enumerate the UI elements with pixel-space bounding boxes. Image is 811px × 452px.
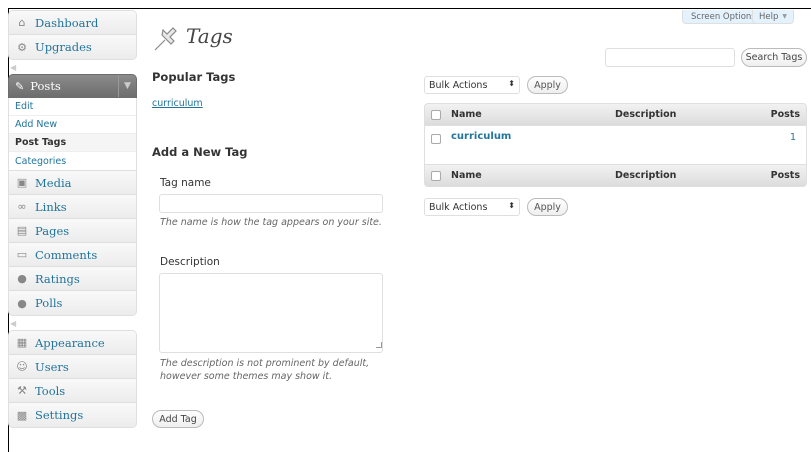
apply-button-bottom[interactable]: Apply — [527, 198, 568, 216]
tag-name-input[interactable] — [159, 194, 383, 213]
description-help-line: however some themes may show it. — [160, 371, 333, 382]
table-row: curriculum 1 — [424, 126, 807, 164]
sidebar-group-content: ▣ Media ∞ Links ▤ Pages ▭ Comments ● Rat… — [8, 171, 137, 316]
sidebar-separator: ◀ — [10, 319, 17, 328]
bulk-actions-select-top[interactable]: Bulk Actions ⬍ — [424, 76, 520, 94]
page-title: Tags — [186, 24, 233, 48]
comment-icon: ▭ — [16, 248, 28, 261]
resize-handle-icon[interactable] — [376, 342, 382, 348]
add-tag-heading: Add a New Tag — [152, 145, 248, 159]
sidebar-separator: ◀ — [10, 63, 17, 72]
description-help: The description is not prominent by defa… — [160, 357, 369, 383]
sidebar-item-label: Ratings — [35, 271, 80, 286]
tag-name-link[interactable]: curriculum — [451, 131, 511, 142]
tag-name-label: Tag name — [160, 177, 211, 189]
sidebar-group-settings: ▦ Appearance ☺ Users ⚒ Tools ▩ Settings — [8, 330, 137, 428]
help-button[interactable]: Help ▼ — [752, 10, 795, 24]
post-count-link[interactable]: 1 — [790, 132, 796, 143]
sidebar-item-comments[interactable]: ▭ Comments — [9, 243, 136, 267]
sidebar-item-label: Users — [35, 359, 69, 374]
submenu-item-label: Add New — [15, 119, 58, 130]
sidebar-item-appearance[interactable]: ▦ Appearance — [9, 331, 136, 355]
submenu-item-label: Post Tags — [15, 137, 67, 148]
sidebar-item-label: Pages — [35, 223, 70, 238]
select-all-checkbox[interactable] — [431, 171, 441, 181]
select-arrows-icon: ⬍ — [508, 79, 515, 88]
add-tag-button[interactable]: Add Tag — [152, 410, 204, 428]
search-tags-button[interactable]: Search Tags — [741, 48, 807, 67]
sidebar-item-label: Comments — [35, 247, 98, 262]
appearance-icon: ▦ — [16, 336, 28, 349]
select-all-checkbox[interactable] — [431, 110, 441, 120]
sidebar-item-label: Settings — [35, 408, 84, 422]
circle-icon: ● — [17, 272, 27, 285]
select-arrows-icon: ⬍ — [508, 201, 515, 210]
sidebar-item-label: Polls — [35, 296, 63, 310]
table-footer: Name Description Posts — [424, 164, 807, 187]
sidebar-item-tools[interactable]: ⚒ Tools — [9, 379, 136, 403]
popular-tag-link[interactable]: curriculum — [152, 98, 203, 109]
submenu-item-add-new[interactable]: Add New — [9, 116, 136, 134]
triangle-down-icon: ▼ — [782, 13, 788, 20]
sidebar-item-posts[interactable]: ✎ Posts ▼ — [8, 74, 137, 98]
help-label: Help — [759, 11, 779, 22]
collapse-toggle-icon[interactable]: ▼ — [118, 75, 136, 97]
pushpin-icon — [154, 27, 177, 51]
link-icon: ∞ — [17, 200, 27, 213]
sidebar-item-label: Posts — [30, 79, 61, 93]
sidebar-item-label: Dashboard — [35, 15, 99, 30]
description-textarea[interactable] — [159, 273, 383, 353]
admin-sidebar: ⌂ Dashboard ⚙ Upgrades ◀ ✎ Posts ▼ Edit … — [8, 10, 137, 428]
tools-icon: ⚒ — [17, 384, 27, 397]
upgrades-icon: ⚙ — [17, 40, 27, 54]
tags-table: Name Description Posts curriculum 1 Name… — [424, 103, 807, 187]
sidebar-item-links[interactable]: ∞ Links — [9, 195, 136, 219]
sidebar-item-pages[interactable]: ▤ Pages — [9, 219, 136, 243]
circle-icon: ● — [17, 296, 27, 310]
apply-button-top[interactable]: Apply — [527, 76, 568, 94]
bulk-actions-select-bottom[interactable]: Bulk Actions ⬍ — [424, 198, 520, 216]
column-header-name[interactable]: Name — [451, 109, 482, 120]
popular-tags-heading: Popular Tags — [152, 70, 236, 84]
pages-icon: ▤ — [16, 224, 28, 237]
pushpin-icon: ✎ — [15, 79, 25, 93]
sidebar-item-dashboard[interactable]: ⌂ Dashboard — [9, 11, 136, 35]
posts-submenu: Edit Add New Post Tags Categories — [8, 98, 137, 171]
sidebar-item-label: Media — [35, 175, 72, 190]
screen-options-label: Screen Options — [691, 11, 756, 22]
tag-name-help: The name is how the tag appears on your … — [160, 217, 382, 228]
search-input[interactable] — [605, 48, 735, 67]
sidebar-item-label: Tools — [35, 383, 66, 398]
sidebar-item-ratings[interactable]: ● Ratings — [9, 267, 136, 291]
submenu-item-label: Edit — [15, 101, 34, 112]
sidebar-item-label: Upgrades — [35, 40, 92, 54]
table-header: Name Description Posts — [424, 103, 807, 126]
bulk-actions-label: Bulk Actions — [429, 201, 488, 213]
sidebar-group-top: ⌂ Dashboard ⚙ Upgrades — [8, 10, 137, 60]
submenu-item-edit[interactable]: Edit — [9, 98, 136, 116]
submenu-item-categories[interactable]: Categories — [9, 152, 136, 170]
sidebar-item-upgrades[interactable]: ⚙ Upgrades — [9, 35, 136, 59]
description-help-line: The description is not prominent by defa… — [160, 358, 370, 369]
sidebar-item-media[interactable]: ▣ Media — [9, 171, 136, 195]
column-footer-name[interactable]: Name — [451, 170, 482, 181]
sidebar-item-label: Links — [35, 199, 67, 214]
media-icon: ▣ — [16, 176, 28, 189]
column-header-posts[interactable]: Posts — [771, 109, 800, 120]
users-icon: ☺ — [16, 360, 28, 373]
column-header-description[interactable]: Description — [615, 109, 676, 120]
sidebar-item-label: Appearance — [35, 335, 105, 350]
column-footer-posts[interactable]: Posts — [771, 170, 800, 181]
bulk-actions-label: Bulk Actions — [429, 79, 488, 91]
sidebar-item-users[interactable]: ☺ Users — [9, 355, 136, 379]
submenu-item-label: Categories — [15, 155, 67, 167]
settings-icon: ▩ — [16, 408, 28, 422]
row-checkbox[interactable] — [431, 134, 441, 144]
sidebar-item-polls[interactable]: ● Polls — [9, 291, 136, 315]
submenu-item-post-tags[interactable]: Post Tags — [9, 134, 136, 152]
sidebar-item-settings[interactable]: ▩ Settings — [9, 403, 136, 427]
column-footer-description[interactable]: Description — [615, 170, 676, 181]
house-icon: ⌂ — [18, 16, 26, 29]
description-label: Description — [160, 256, 220, 268]
